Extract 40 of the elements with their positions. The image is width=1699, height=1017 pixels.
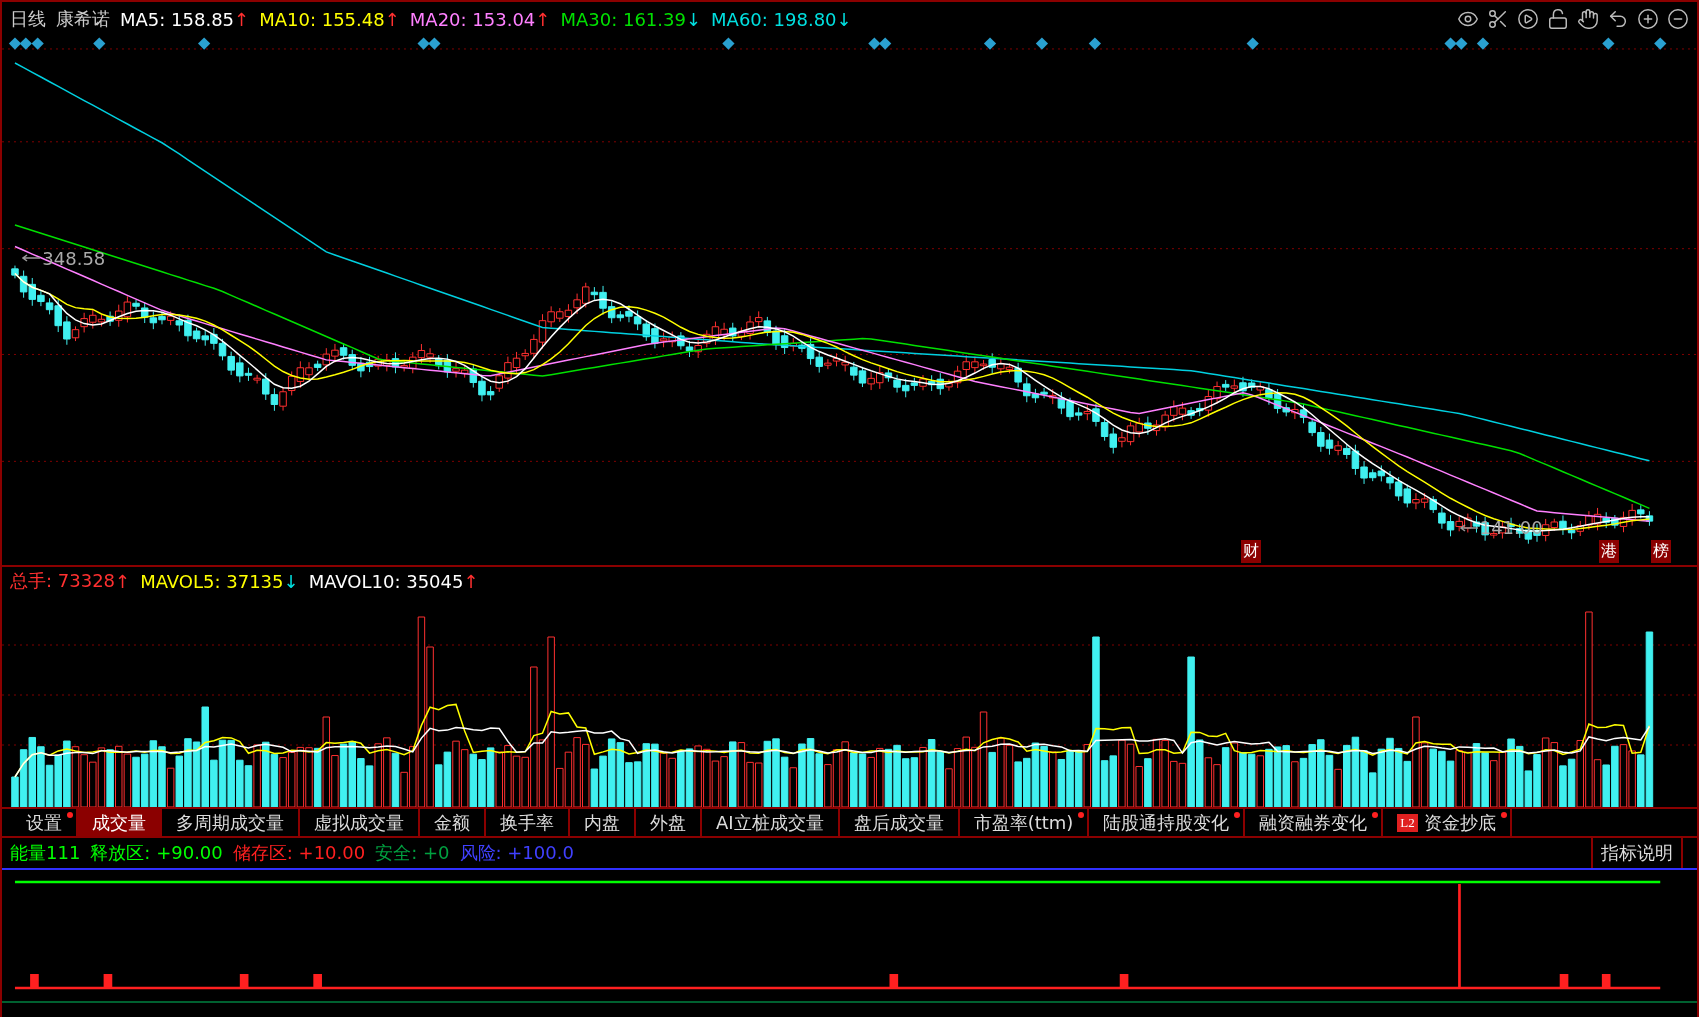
left-arrow-icon [1459,523,1478,532]
low-price-label: 141.00 [1479,517,1543,539]
play-icon[interactable] [1517,8,1539,30]
legend-value: 能量111 [10,841,81,865]
trend-arrow: ↑ [234,8,250,30]
stock-name: 康希诺 [56,7,110,31]
high-price-label: 348.58 [42,247,106,269]
legend-value: 安全: +0 [375,841,450,865]
trend-arrow: ↓ [836,8,852,30]
event-marker[interactable]: 财 [1241,540,1262,563]
trend-arrow: ↑ [535,8,551,30]
trend-arrow: ↓ [685,8,702,30]
legend-value: MA5: 158.85 [120,8,235,30]
legend-value: 储存区: +10.00 [232,841,366,865]
period-label: 日线 [10,7,46,31]
legend-value: 风险: +100.0 [459,841,574,865]
legend-value: MAVOL10: 35045 [308,570,464,592]
level-badge: L2 [1397,813,1418,832]
legend-value: MA20: 153.04 [409,8,536,30]
left-arrow-icon [22,254,41,263]
event-marker[interactable]: 榜 [1651,540,1672,563]
zoom-out-icon[interactable] [1667,8,1689,30]
hand-icon[interactable] [1577,8,1599,30]
legend-value: MA10: 155.48 [259,8,385,30]
legend-value: 释放区: +90.00 [90,841,223,865]
event-marker[interactable]: 港 [1598,540,1619,563]
trend-arrow: ↓ [283,570,299,592]
zoom-in-icon[interactable] [1637,8,1659,30]
legend-value: MA60: 198.80 [711,8,837,30]
help-button[interactable]: 指标说明 [1591,838,1683,868]
undo-icon[interactable] [1607,8,1629,30]
legend-value: 总手: 73328 [10,569,116,593]
legend-value: MAVOL5: 37135 [140,570,284,592]
unlock-icon[interactable] [1547,8,1569,30]
indicator-tab[interactable]: 成交量 [78,809,162,836]
trend-arrow: ↑ [115,570,131,592]
legend-value: MA30: 161.39 [560,8,686,30]
trend-arrow: ↑ [384,8,400,30]
scissors-icon[interactable] [1487,8,1509,30]
trend-arrow: ↑ [463,570,479,592]
